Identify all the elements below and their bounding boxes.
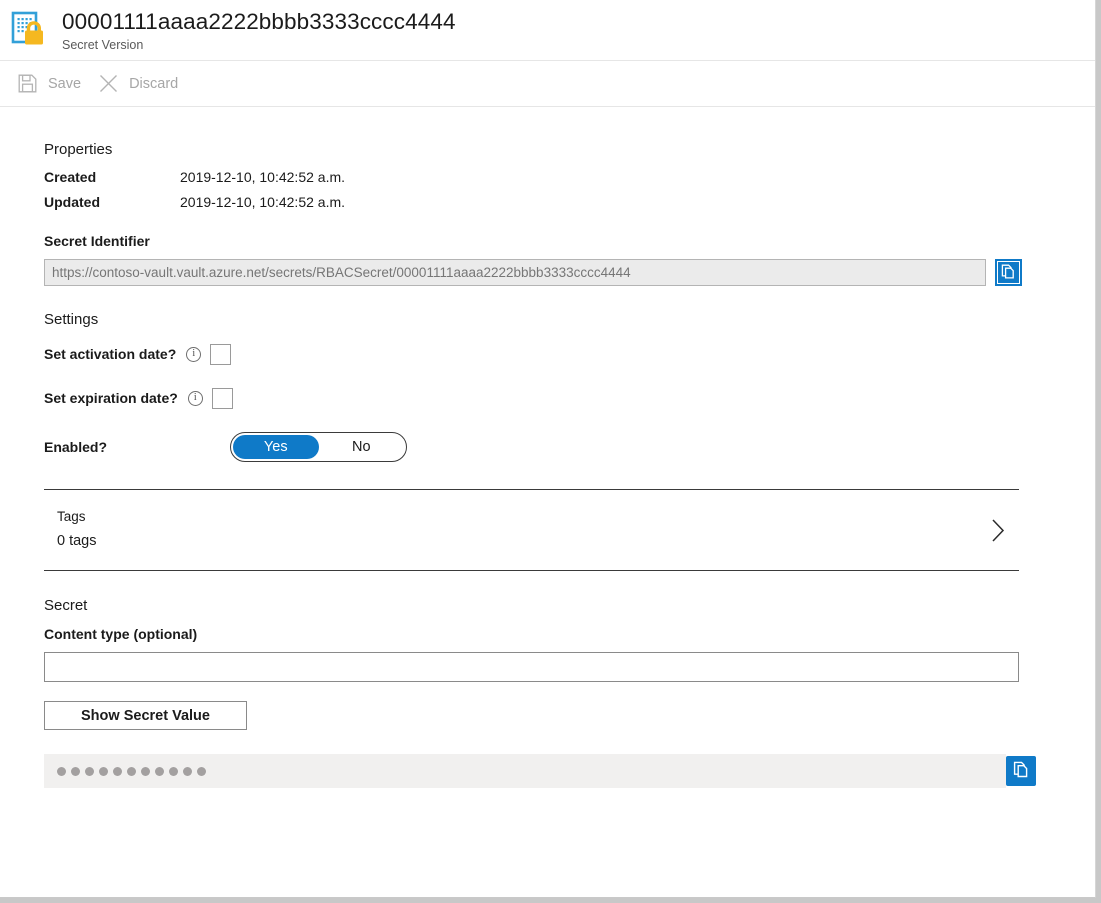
masked-dot — [85, 766, 94, 776]
secret-identifier-input[interactable] — [44, 259, 986, 286]
tags-count: 0 tags — [57, 533, 97, 549]
property-row-updated: Updated 2019-12-10, 10:42:52 a.m. — [44, 194, 1095, 210]
masked-dot — [57, 766, 66, 776]
secret-identifier-label: Secret Identifier — [44, 233, 150, 249]
secret-key-document-icon — [11, 11, 47, 47]
secret-identifier-row — [44, 259, 1022, 286]
set-expiration-date-checkbox[interactable] — [211, 387, 233, 409]
set-activation-date-checkbox[interactable] — [210, 343, 232, 365]
discard-button[interactable]: Discard — [93, 67, 188, 101]
properties-heading: Properties — [44, 141, 113, 158]
content-type-input[interactable] — [44, 652, 1019, 682]
updated-value: 2019-12-10, 10:42:52 a.m. — [180, 194, 346, 210]
content-type-label: Content type (optional) — [44, 626, 198, 642]
set-activation-date-row: Set activation date? i — [44, 339, 1095, 369]
set-expiration-date-row: Set expiration date? i — [44, 383, 1095, 413]
masked-dot — [169, 766, 178, 776]
save-button[interactable]: Save — [12, 67, 91, 101]
save-button-label: Save — [48, 75, 82, 92]
copy-secret-value-button[interactable] — [1006, 756, 1036, 786]
close-x-icon — [95, 73, 121, 95]
settings-section: Settings Set activation date? i Set expi… — [44, 310, 1095, 463]
blade-body: Properties Created 2019-12-10, 10:42:52 … — [0, 107, 1095, 788]
enabled-toggle-option-no[interactable]: No — [319, 435, 405, 459]
copy-icon — [1000, 263, 1017, 283]
masked-dot — [197, 766, 206, 776]
secret-value-row — [44, 754, 1036, 788]
save-floppy-icon — [14, 73, 40, 95]
settings-heading: Settings — [44, 311, 99, 328]
set-expiration-date-label: Set expiration date? — [44, 390, 178, 406]
copy-secret-identifier-button[interactable] — [995, 259, 1022, 286]
show-secret-value-button[interactable]: Show Secret Value — [44, 701, 247, 730]
set-activation-date-label: Set activation date? — [44, 346, 177, 362]
command-bar: Save Discard — [0, 61, 1095, 107]
header-texts: 00001111aaaa2222bbbb3333cccc4444 Secret … — [62, 8, 456, 53]
info-icon[interactable]: i — [187, 390, 203, 406]
secret-version-blade: 00001111aaaa2222bbbb3333cccc4444 Secret … — [0, 0, 1096, 898]
enabled-toggle[interactable]: Yes No — [230, 432, 407, 462]
masked-dot — [71, 766, 80, 776]
masked-dot — [99, 766, 108, 776]
enabled-label: Enabled? — [44, 439, 108, 455]
discard-button-label: Discard — [129, 75, 179, 92]
tags-title: Tags — [57, 509, 86, 524]
masked-dot — [141, 766, 150, 776]
property-row-created: Created 2019-12-10, 10:42:52 a.m. — [44, 169, 1095, 185]
secret-heading: Secret — [44, 597, 88, 614]
blade-header: 00001111aaaa2222bbbb3333cccc4444 Secret … — [0, 0, 1095, 61]
masked-dot — [113, 766, 122, 776]
enabled-row: Enabled? Yes No — [44, 431, 1095, 463]
masked-dot — [155, 766, 164, 776]
created-value: 2019-12-10, 10:42:52 a.m. — [180, 169, 346, 185]
page-title: 00001111aaaa2222bbbb3333cccc4444 — [62, 9, 456, 34]
page-subtitle: Secret Version — [62, 38, 144, 52]
enabled-toggle-option-yes[interactable]: Yes — [233, 435, 319, 459]
secret-section: Secret Content type (optional) Show Secr… — [44, 596, 1095, 788]
created-label: Created — [44, 169, 97, 185]
masked-dot — [127, 766, 136, 776]
tags-texts: Tags 0 tags — [57, 506, 987, 554]
secret-masked-value[interactable] — [44, 754, 1006, 788]
masked-dot — [183, 766, 192, 776]
info-icon[interactable]: i — [186, 346, 202, 362]
tags-section[interactable]: Tags 0 tags — [44, 489, 1019, 571]
copy-icon — [1012, 760, 1031, 782]
chevron-right-icon[interactable] — [987, 517, 1009, 543]
updated-label: Updated — [44, 194, 100, 210]
